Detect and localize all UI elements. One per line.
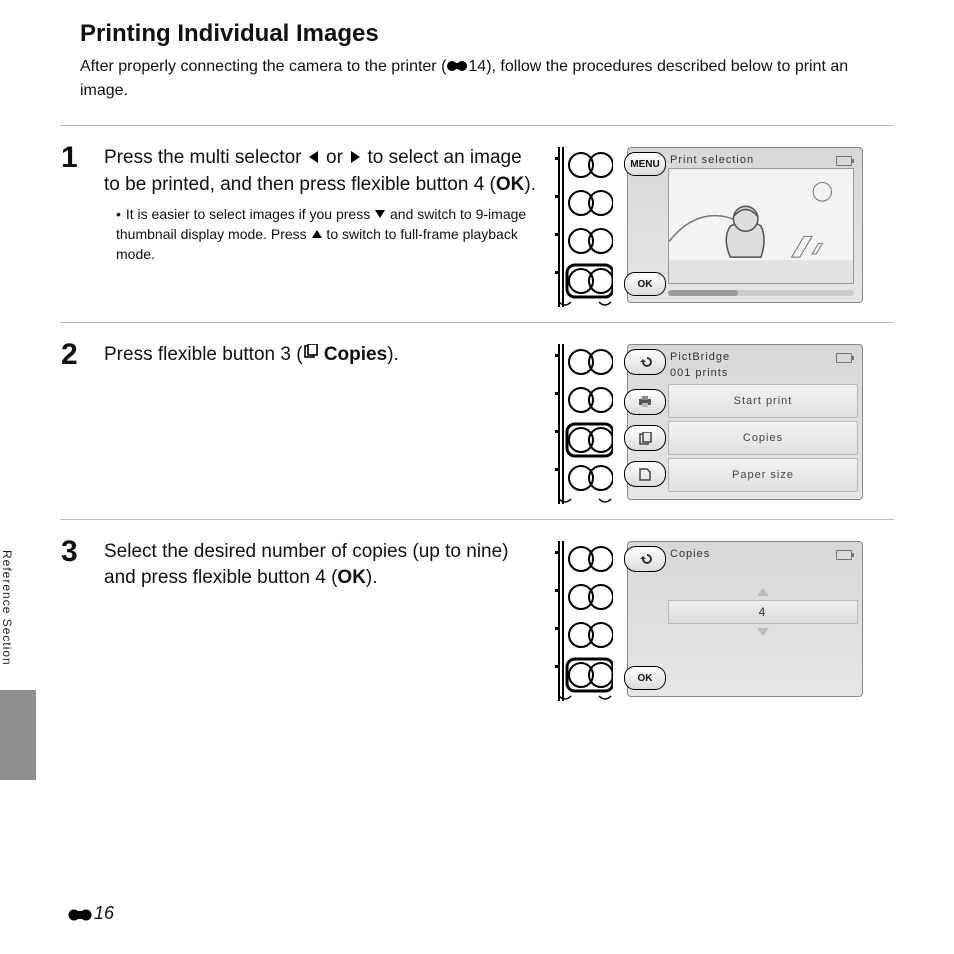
link-icon (68, 907, 92, 922)
menu-copies[interactable]: Copies (668, 421, 858, 455)
ok-button[interactable]: OK (624, 272, 666, 296)
step-number: 2 (60, 337, 103, 509)
copies-icon-button[interactable] (624, 425, 666, 451)
step-2-figure: PictBridge 001 prints Start print Copies… (553, 338, 873, 508)
chevron-up-icon (754, 586, 772, 598)
battery-icon (836, 353, 852, 363)
camera-screen: Copies 4 OK (627, 541, 863, 697)
camera-screen: PictBridge 001 prints Start print Copies… (627, 344, 863, 500)
film-strip-icon (553, 541, 605, 701)
section-tab (0, 690, 36, 780)
battery-icon (836, 550, 852, 560)
step-number: 3 (60, 534, 103, 706)
copies-spinner[interactable]: 4 (668, 586, 858, 638)
back-arrow-icon (638, 552, 652, 566)
image-preview (668, 168, 854, 284)
paper-icon (639, 468, 651, 481)
section-label: Reference Section (0, 540, 14, 690)
side-panel: Reference Section (0, 540, 36, 790)
scrollbar[interactable] (668, 290, 854, 296)
up-triangle-icon (311, 226, 323, 245)
back-arrow-icon (638, 355, 652, 369)
separator (60, 322, 894, 323)
bullet-dot: • (116, 205, 122, 224)
menu-start-print[interactable]: Start print (668, 384, 858, 418)
battery-icon (836, 156, 852, 166)
separator (60, 519, 894, 520)
ok-mark: OK (337, 567, 366, 588)
copies-label: Copies (324, 344, 387, 365)
step-1-text: Press the multi selector or to select an… (104, 145, 542, 197)
back-button[interactable] (624, 349, 666, 375)
step-3: 3 Select the desired number of copies (u… (60, 534, 894, 706)
page-footer: 16 (68, 903, 114, 924)
intro-ref-num: 14 (468, 58, 486, 75)
intro-text: After properly connecting the camera to … (80, 56, 894, 101)
copies-layers-icon (303, 344, 319, 365)
copies-icon (639, 432, 652, 445)
step-1-figure: MENU Print selection (553, 141, 873, 311)
step-3-figure: Copies 4 OK (553, 535, 873, 705)
left-triangle-icon (307, 146, 321, 172)
down-triangle-icon (374, 206, 386, 225)
manual-page: Printing Individual Images After properl… (0, 0, 954, 954)
ok-mark: OK (496, 174, 525, 195)
step-2-text: Press flexible button 3 ( Copies). (104, 342, 542, 368)
page-heading: Printing Individual Images (80, 20, 894, 48)
step-2: 2 Press flexible button 3 ( Copies). (60, 337, 894, 509)
step-3-text: Select the desired number of copies (up … (104, 539, 542, 590)
step-number: 1 (60, 140, 103, 312)
menu-button[interactable]: MENU (624, 152, 666, 176)
screen-subtitle: 001 prints (632, 367, 858, 381)
separator (60, 125, 894, 126)
menu-paper-size[interactable]: Paper size (668, 458, 858, 492)
film-strip-icon (553, 147, 605, 307)
page-number: 16 (94, 903, 114, 923)
step-1-bullet: • It is easier to select images if you p… (116, 205, 542, 264)
camera-screen: MENU Print selection (627, 147, 863, 303)
step-1: 1 Press the multi selector or to select … (60, 140, 894, 312)
print-icon-button[interactable] (624, 389, 666, 415)
link-icon (446, 58, 468, 80)
right-triangle-icon (348, 146, 362, 172)
printer-icon (638, 396, 652, 408)
copies-value: 4 (668, 600, 858, 624)
film-strip-icon (553, 344, 605, 504)
ok-button[interactable]: OK (624, 666, 666, 690)
paper-icon-button[interactable] (624, 461, 666, 487)
chevron-down-icon (754, 626, 772, 638)
intro-part-a: After properly connecting the camera to … (80, 58, 446, 75)
back-button[interactable] (624, 546, 666, 572)
